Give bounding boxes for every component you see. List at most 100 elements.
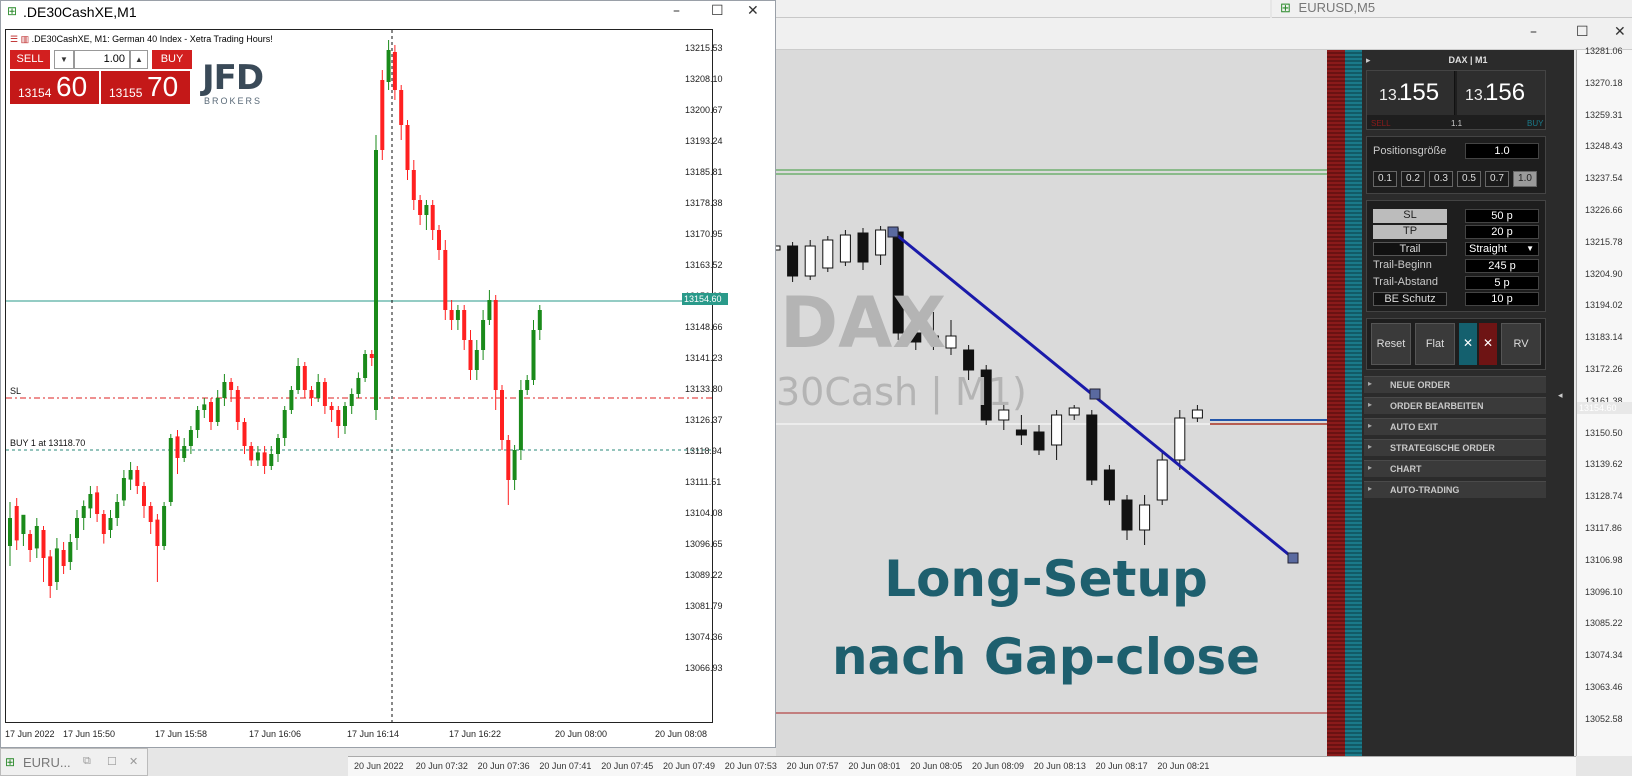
reset-button[interactable]: Reset — [1371, 323, 1411, 365]
be-protect-input[interactable]: 10 p — [1465, 292, 1539, 306]
accordion-auto-trading[interactable]: ▸ AUTO-TRADING — [1364, 481, 1546, 498]
chart-header: ☰ ▥ .DE30CashXE, M1: German 40 Index - X… — [10, 34, 273, 45]
price-tick-label: 13150.50 — [1585, 427, 1623, 438]
maximize-icon[interactable]: ☐ — [711, 3, 724, 19]
buy-tag: BUY — [1527, 119, 1544, 128]
trail-begin-input[interactable]: 245 p — [1465, 259, 1539, 273]
minimize-icon[interactable]: – — [1530, 24, 1537, 40]
candle-body — [455, 310, 460, 320]
price-tick-label: 13085.22 — [1585, 618, 1623, 629]
candle-body — [1033, 431, 1045, 451]
accordion-label: AUTO EXIT — [1390, 422, 1438, 432]
price-tick-label: 13259.31 — [1585, 109, 1623, 120]
price-tick-label: 13089.22 — [685, 570, 723, 580]
lot-preset-button[interactable]: 0.1 — [1373, 171, 1397, 187]
price-tick-label: 13096.65 — [685, 539, 723, 549]
maximize-icon[interactable]: ☐ — [107, 755, 117, 768]
buy-price-tile[interactable]: 13155 70 — [101, 71, 190, 104]
minimize-icon[interactable]: – — [673, 3, 680, 19]
candle-body — [276, 438, 280, 454]
lot-preset-button[interactable]: 0.7 — [1485, 171, 1509, 187]
accordion-order-bearbeiten[interactable]: ▸ ORDER BEARBEITEN — [1364, 397, 1546, 414]
candle-body — [1068, 407, 1080, 416]
candle-body — [142, 486, 146, 506]
sell-button[interactable]: SELL — [10, 50, 50, 69]
close-icon[interactable]: ✕ — [1614, 24, 1626, 40]
candle-body — [437, 230, 441, 250]
accordion-label: ORDER BEARBEITEN — [1390, 401, 1484, 411]
sl-input[interactable]: 50 p — [1465, 209, 1539, 223]
right-price-axis: 13281.06 13270.18 13259.31 13248.43 13237.54… — [1576, 46, 1632, 756]
candle-body — [518, 390, 523, 450]
lot-preset-button[interactable]: 0.2 — [1401, 171, 1425, 187]
lot-increase-icon[interactable]: ▲ — [130, 50, 148, 69]
candle-body — [380, 80, 385, 150]
sl-button[interactable]: SL — [1373, 209, 1447, 223]
tp-button[interactable]: TP — [1373, 225, 1447, 239]
close-buy-button[interactable]: ✕ — [1459, 323, 1477, 365]
time-tick-label: 20 Jun 08:13 — [1033, 761, 1086, 771]
chevron-right-icon: ▸ — [1368, 484, 1373, 493]
ask-tile[interactable]: 13. 156 — [1457, 71, 1545, 115]
price-tick-label: 13200.67 — [685, 105, 723, 115]
candle-body — [168, 438, 173, 502]
accordion-neue-order[interactable]: ▸ NEUE ORDER — [1364, 376, 1546, 393]
lot-size-input[interactable]: 1.00 — [74, 50, 130, 69]
candle-body — [1139, 504, 1151, 531]
candle-body — [443, 250, 448, 310]
candle-body — [316, 382, 321, 398]
eurusd-tab[interactable]: ⊞ EURUSD,M5 — [1272, 0, 1632, 18]
trail-mode-select[interactable]: Straight ▼ — [1465, 242, 1539, 256]
be-protect-button[interactable]: BE Schutz — [1373, 292, 1447, 306]
candle-body — [857, 232, 869, 263]
trail-button[interactable]: Trail — [1373, 242, 1447, 256]
candle-body — [1191, 409, 1203, 419]
buy-price-big: 70 — [147, 71, 179, 102]
chart-window-titlebar[interactable]: ⊞ .DE30CashXE,M1 – ☐ ✕ — [1, 1, 775, 23]
price-tick-label: 13237.54 — [1585, 173, 1623, 184]
tp-input[interactable]: 20 p — [1465, 225, 1539, 239]
candle-body — [8, 518, 12, 546]
maximize-icon[interactable]: ☐ — [1576, 24, 1589, 40]
broker-logo: JFD — [202, 58, 264, 98]
candle-body — [68, 542, 73, 562]
restore-icon[interactable]: ⧉ — [83, 755, 91, 768]
candle-body — [487, 300, 492, 320]
candle-body — [1174, 417, 1186, 461]
bid-tile[interactable]: 13. 155 — [1367, 71, 1455, 115]
candle-body — [95, 492, 100, 514]
accordion-auto-exit[interactable]: ▸ AUTO EXIT — [1364, 418, 1546, 435]
lot-preset-button[interactable]: 0.3 — [1429, 171, 1453, 187]
candle-body — [108, 518, 113, 530]
lot-preset-button[interactable]: 0.5 — [1457, 171, 1481, 187]
price-tick-label: 13215.78 — [1585, 236, 1623, 247]
trail-distance-input[interactable]: 5 p — [1465, 276, 1539, 290]
chart-window-de30[interactable]: ⊞ .DE30CashXE,M1 – ☐ ✕ ☰ ▥ .DE30CashXE, … — [0, 0, 776, 748]
candle-body — [1156, 459, 1168, 501]
candle-body — [296, 366, 301, 390]
buy-button[interactable]: BUY — [152, 50, 192, 69]
minimized-window-tab[interactable]: ⊞ EURU... ⧉ ☐ ✕ — [0, 748, 148, 776]
position-size-input[interactable]: 1.0 — [1465, 143, 1539, 159]
candle-body — [399, 90, 404, 125]
minimized-tab-label: EURU... — [23, 755, 71, 770]
panel-toggle-icon[interactable]: ◂ — [1558, 390, 1563, 401]
lot-decrease-icon[interactable]: ▼ — [54, 50, 74, 69]
trail-mode-value: Straight — [1469, 243, 1507, 255]
close-icon[interactable]: ✕ — [129, 755, 138, 768]
candle-body — [175, 436, 180, 458]
candle-body — [386, 50, 391, 82]
lot-preset-button[interactable]: 1.0 — [1513, 171, 1537, 187]
close-sell-button[interactable]: ✕ — [1479, 323, 1497, 365]
rv-button[interactable]: RV — [1501, 323, 1541, 365]
right-chart-area[interactable]: DAX 30Cash | M1) Long-Setup nach Gap-clo… — [776, 50, 1327, 756]
chart-icon: ⊞ — [5, 755, 16, 769]
accordion-label: AUTO-TRADING — [1390, 485, 1460, 495]
close-icon[interactable]: ✕ — [747, 3, 759, 19]
time-tick-label: 17 Jun 16:14 — [347, 729, 400, 739]
chart-plot-area[interactable]: ☰ ▥ .DE30CashXE, M1: German 40 Index - X… — [5, 29, 713, 723]
accordion-strategische-order[interactable]: ▸ STRATEGISCHE ORDER — [1364, 439, 1546, 456]
accordion-chart[interactable]: ▸ CHART — [1364, 460, 1546, 477]
sell-price-tile[interactable]: 13154 60 — [10, 71, 99, 104]
flat-button[interactable]: Flat — [1415, 323, 1455, 365]
